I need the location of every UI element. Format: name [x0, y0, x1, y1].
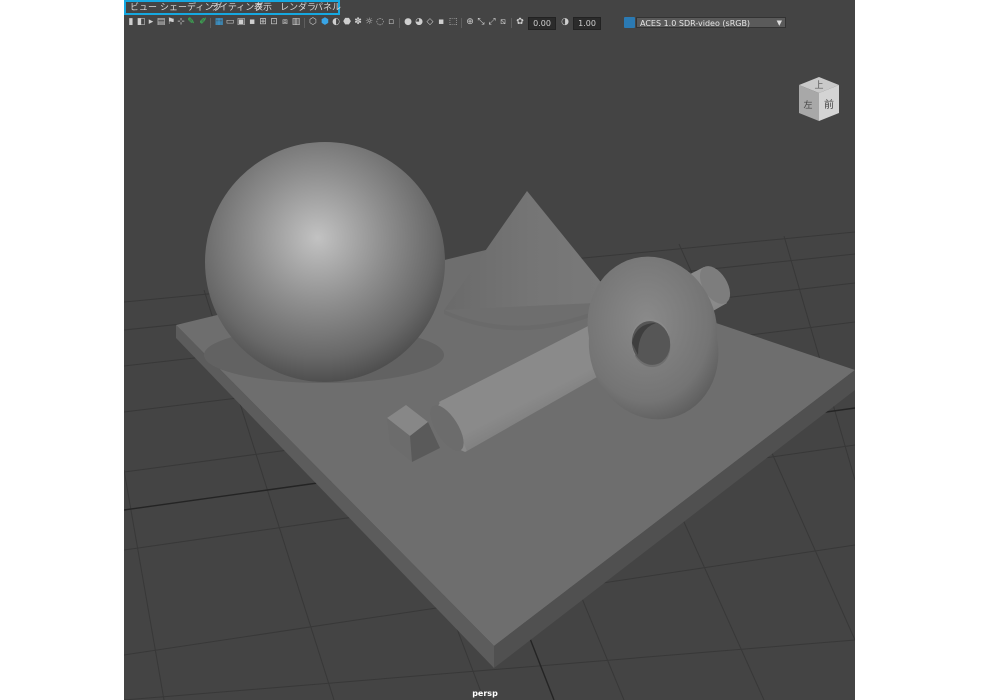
- menu-panels[interactable]: パネル: [314, 2, 341, 14]
- depth-of-field-icon[interactable]: ◇: [425, 17, 435, 27]
- default-material-icon[interactable]: ◐: [331, 17, 341, 27]
- multisample-aa-icon[interactable]: ◕: [414, 17, 424, 27]
- field-chart-icon[interactable]: ⊞: [258, 17, 268, 27]
- viewcube-front-label: 前: [824, 98, 834, 111]
- camera-name-label: persp: [472, 689, 498, 698]
- grid-icon[interactable]: ▦: [214, 17, 224, 27]
- xray-icon[interactable]: ⬚: [448, 17, 458, 27]
- backface-culling-icon[interactable]: ⤢: [487, 17, 497, 27]
- panel-toolbar: ▮ ◧ ▸ ▤ ⚑ ⊹ ✎ ✐ ▦ ▭ ▣ ▪ ⊞ ⊡ ⧈ ▥ ⬡ ⬢ ◐ ⬣ …: [124, 16, 855, 31]
- exposure-icon[interactable]: ✿: [515, 17, 525, 27]
- dropdown-arrow-icon: ▼: [776, 19, 782, 27]
- isolate-icon[interactable]: ⧅: [498, 17, 508, 27]
- menu-show[interactable]: 表示: [254, 2, 272, 14]
- panel-menu-bar: ビュー シェーディング ライティング 表示 レンダラ パネル: [124, 0, 855, 17]
- xray-active-icon[interactable]: ⤡: [476, 17, 486, 27]
- maya-viewport-panel: ビュー シェーディング ライティング 表示 レンダラ パネル ▮ ◧ ▸ ▤ ⚑…: [124, 0, 855, 700]
- sphere-object: [205, 142, 445, 382]
- safe-title-icon[interactable]: ⧈: [280, 17, 290, 27]
- gamma-icon[interactable]: ◑: [560, 17, 570, 27]
- gamma-field[interactable]: 1.00: [573, 17, 601, 30]
- smooth-shade-icon[interactable]: ⬢: [320, 17, 330, 27]
- heads-up-icon[interactable]: ▥: [291, 17, 301, 27]
- scene-canvas: [124, 30, 855, 700]
- 3d-viewport[interactable]: 上 左 前 persp: [124, 30, 855, 700]
- camera-attributes-icon[interactable]: ◧: [136, 17, 146, 27]
- viewcube-top-label: 上: [814, 80, 823, 91]
- select-camera-icon[interactable]: ▮: [126, 17, 136, 27]
- grease-pencil-icon[interactable]: ✎: [186, 17, 196, 27]
- isolate-select-icon[interactable]: ▪: [436, 17, 446, 27]
- xray-joints-icon[interactable]: ⊕: [465, 17, 475, 27]
- color-management-dropdown[interactable]: ACES 1.0 SDR-video (sRGB) ▼: [636, 17, 786, 28]
- gate-mask-icon[interactable]: ▪: [247, 17, 257, 27]
- motion-blur-icon[interactable]: ●: [403, 17, 413, 27]
- wireframe-on-shaded-icon[interactable]: ⬣: [342, 17, 352, 27]
- viewcube-left-label: 左: [803, 99, 812, 111]
- exposure-field[interactable]: 0.00: [528, 17, 556, 30]
- image-plane-icon[interactable]: ▤: [156, 17, 166, 27]
- use-all-lights-icon[interactable]: ☼: [364, 17, 374, 27]
- shadows-icon[interactable]: ◌: [375, 17, 385, 27]
- resolution-gate-icon[interactable]: ▣: [236, 17, 246, 27]
- screen-space-ao-icon[interactable]: ▫: [386, 17, 396, 27]
- bookmarks-icon[interactable]: ▸: [146, 17, 156, 27]
- film-gate-icon[interactable]: ▭: [225, 17, 235, 27]
- color-management-icon[interactable]: [624, 17, 635, 28]
- safe-action-icon[interactable]: ⊡: [269, 17, 279, 27]
- bookmark-icon[interactable]: ⚑: [166, 17, 176, 27]
- viewcube[interactable]: 上 左 前: [795, 75, 843, 125]
- menu-view[interactable]: ビュー: [130, 2, 157, 14]
- wireframe-icon[interactable]: ⬡: [308, 17, 318, 27]
- pencil-icon[interactable]: ✐: [198, 17, 208, 27]
- menu-renderer[interactable]: レンダラ: [280, 2, 316, 14]
- textured-icon[interactable]: ✽: [353, 17, 363, 27]
- two-d-pan-icon[interactable]: ⊹: [176, 17, 186, 27]
- color-management-label: ACES 1.0 SDR-video (sRGB): [640, 19, 751, 28]
